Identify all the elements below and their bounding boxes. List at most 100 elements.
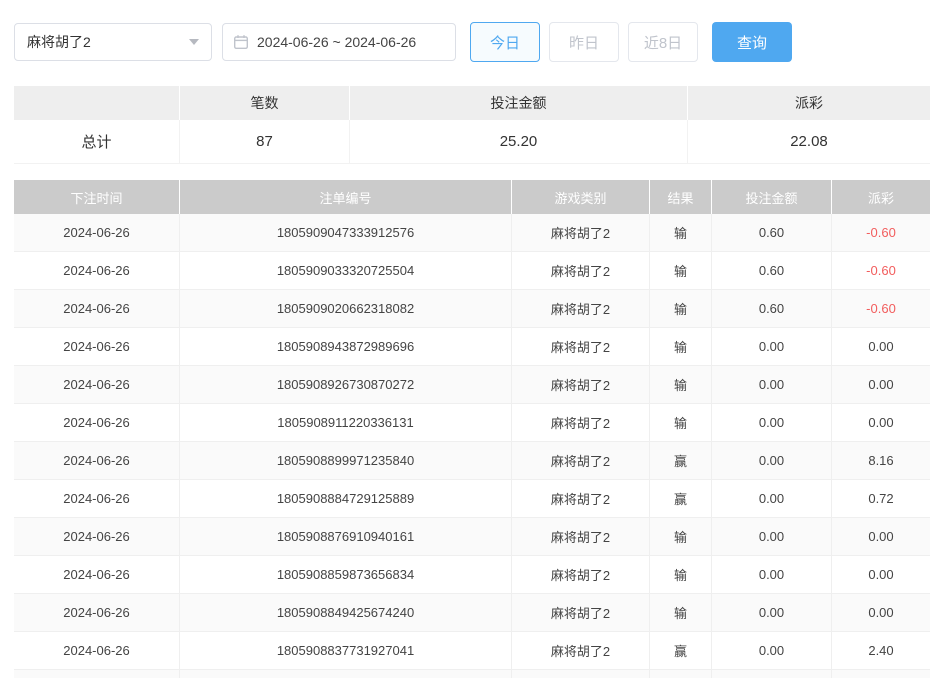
cell-game: 麻将胡了2 [512, 632, 650, 670]
cell-game: 麻将胡了2 [512, 404, 650, 442]
bet-table-header-row: 下注时间 注单编号 游戏类别 结果 投注金额 派彩 [14, 180, 930, 214]
cell-id: 1805908849425674240 [180, 594, 512, 632]
cell-id: 1805908943872989696 [180, 328, 512, 366]
cell-time: 2024-06-26 [14, 366, 180, 404]
cell-result: 输 [650, 290, 712, 328]
header-game-type: 游戏类别 [512, 180, 650, 214]
table-row: 2024-06-261805908837731927041麻将胡了2赢0.002… [14, 632, 930, 670]
cell-time: 2024-06-26 [14, 518, 180, 556]
cell-time: 2024-06-26 [14, 632, 180, 670]
cell-result: 输 [650, 404, 712, 442]
cell-time: 2024-06-26 [14, 214, 180, 252]
cell-bet: 0.00 [712, 442, 832, 480]
summary-table: 笔数 投注金额 派彩 总计 87 25.20 22.08 [14, 86, 930, 164]
table-row: 2024-06-261805908884729125889麻将胡了2赢0.000… [14, 480, 930, 518]
report-page: 麻将胡了2 2024-06-26 ~ 2024-06-26 今日 昨日 近8日 … [0, 0, 944, 678]
table-row: 2024-06-261805908849425674240麻将胡了2输0.000… [14, 594, 930, 632]
summary-header-payout: 派彩 [688, 86, 930, 120]
cell-bet: 0.00 [712, 594, 832, 632]
cell-payout: 0.00 [832, 556, 930, 594]
today-button[interactable]: 今日 [470, 22, 540, 62]
table-row: 2024-06-261805909047333912576麻将胡了2输0.60-… [14, 214, 930, 252]
chevron-down-icon [189, 39, 199, 45]
cell-time: 2024-06-26 [14, 404, 180, 442]
summary-total-row: 总计 87 25.20 22.08 [14, 120, 930, 164]
cell-id: 1805909033320725504 [180, 252, 512, 290]
cell-payout: 0.00 [832, 404, 930, 442]
cell-result: 输 [650, 214, 712, 252]
cell-result: 输 [650, 328, 712, 366]
cell-result: 输 [650, 594, 712, 632]
table-row: 2024-06-261805908876910940161麻将胡了2输0.000… [14, 518, 930, 556]
cell-bet: 0.60 [712, 290, 832, 328]
cell-time: 2024-06-26 [14, 594, 180, 632]
cell-game: 麻将胡了2 [512, 328, 650, 366]
cell-game: 麻将胡了2 [512, 214, 650, 252]
cell-bet: 0.00 [712, 404, 832, 442]
table-row: 2024-06-261805909020662318082麻将胡了2输0.60-… [14, 290, 930, 328]
cell-time: 2024-06-26 [14, 252, 180, 290]
table-row-partial [14, 670, 930, 678]
cell-payout: 0.00 [832, 518, 930, 556]
cell-result: 赢 [650, 442, 712, 480]
table-row: 2024-06-261805908859873656834麻将胡了2输0.000… [14, 556, 930, 594]
game-select[interactable]: 麻将胡了2 [14, 23, 212, 61]
table-row: 2024-06-261805908943872989696麻将胡了2输0.000… [14, 328, 930, 366]
cell-time: 2024-06-26 [14, 480, 180, 518]
cell-result: 赢 [650, 632, 712, 670]
header-bet-time: 下注时间 [14, 180, 180, 214]
game-select-value: 麻将胡了2 [27, 32, 91, 52]
table-row: 2024-06-261805908911220336131麻将胡了2输0.000… [14, 404, 930, 442]
cell-payout: 0.00 [832, 328, 930, 366]
bet-table: 下注时间 注单编号 游戏类别 结果 投注金额 派彩 2024-06-261805… [14, 180, 930, 678]
bet-table-body: 2024-06-261805909047333912576麻将胡了2输0.60-… [14, 214, 930, 678]
cell-id: 1805908876910940161 [180, 518, 512, 556]
summary-header-bet-amount: 投注金额 [350, 86, 688, 120]
cell-bet: 0.00 [712, 518, 832, 556]
cell-bet: 0.00 [712, 366, 832, 404]
cell-id: 1805908899971235840 [180, 442, 512, 480]
cell-id: 1805909047333912576 [180, 214, 512, 252]
cell-bet: 0.00 [712, 480, 832, 518]
cell-payout: 2.40 [832, 632, 930, 670]
cell-game: 麻将胡了2 [512, 556, 650, 594]
cell-id: 1805908926730870272 [180, 366, 512, 404]
summary-total-payout: 22.08 [688, 120, 930, 164]
summary-header-row: 笔数 投注金额 派彩 [14, 86, 930, 120]
cell-payout: 8.16 [832, 442, 930, 480]
header-bet-amount: 投注金额 [712, 180, 832, 214]
date-range-value: 2024-06-26 ~ 2024-06-26 [257, 34, 416, 50]
cell-game: 麻将胡了2 [512, 594, 650, 632]
filter-bar: 麻将胡了2 2024-06-26 ~ 2024-06-26 今日 昨日 近8日 … [14, 22, 930, 62]
date-range-input[interactable]: 2024-06-26 ~ 2024-06-26 [222, 23, 456, 61]
cell-result: 赢 [650, 480, 712, 518]
cell-result: 输 [650, 366, 712, 404]
summary-header-count: 笔数 [180, 86, 350, 120]
last8days-button[interactable]: 近8日 [628, 22, 698, 62]
cell-payout: -0.60 [832, 290, 930, 328]
table-row: 2024-06-261805909033320725504麻将胡了2输0.60-… [14, 252, 930, 290]
cell-game: 麻将胡了2 [512, 290, 650, 328]
cell-game: 麻将胡了2 [512, 442, 650, 480]
header-result: 结果 [650, 180, 712, 214]
search-button[interactable]: 查询 [712, 22, 792, 62]
cell-result: 输 [650, 556, 712, 594]
cell-id: 1805908859873656834 [180, 556, 512, 594]
cell-payout: 0.72 [832, 480, 930, 518]
yesterday-button[interactable]: 昨日 [549, 22, 619, 62]
cell-payout: -0.60 [832, 214, 930, 252]
cell-result: 输 [650, 252, 712, 290]
cell-time: 2024-06-26 [14, 290, 180, 328]
cell-bet: 0.00 [712, 328, 832, 366]
cell-id: 1805908884729125889 [180, 480, 512, 518]
summary-total-count: 87 [180, 120, 350, 164]
cell-game: 麻将胡了2 [512, 252, 650, 290]
header-bet-id: 注单编号 [180, 180, 512, 214]
cell-result: 输 [650, 518, 712, 556]
summary-header-empty [14, 86, 180, 120]
table-row: 2024-06-261805908899971235840麻将胡了2赢0.008… [14, 442, 930, 480]
cell-id: 1805908911220336131 [180, 404, 512, 442]
cell-time: 2024-06-26 [14, 556, 180, 594]
cell-id: 1805909020662318082 [180, 290, 512, 328]
cell-payout: -0.60 [832, 252, 930, 290]
